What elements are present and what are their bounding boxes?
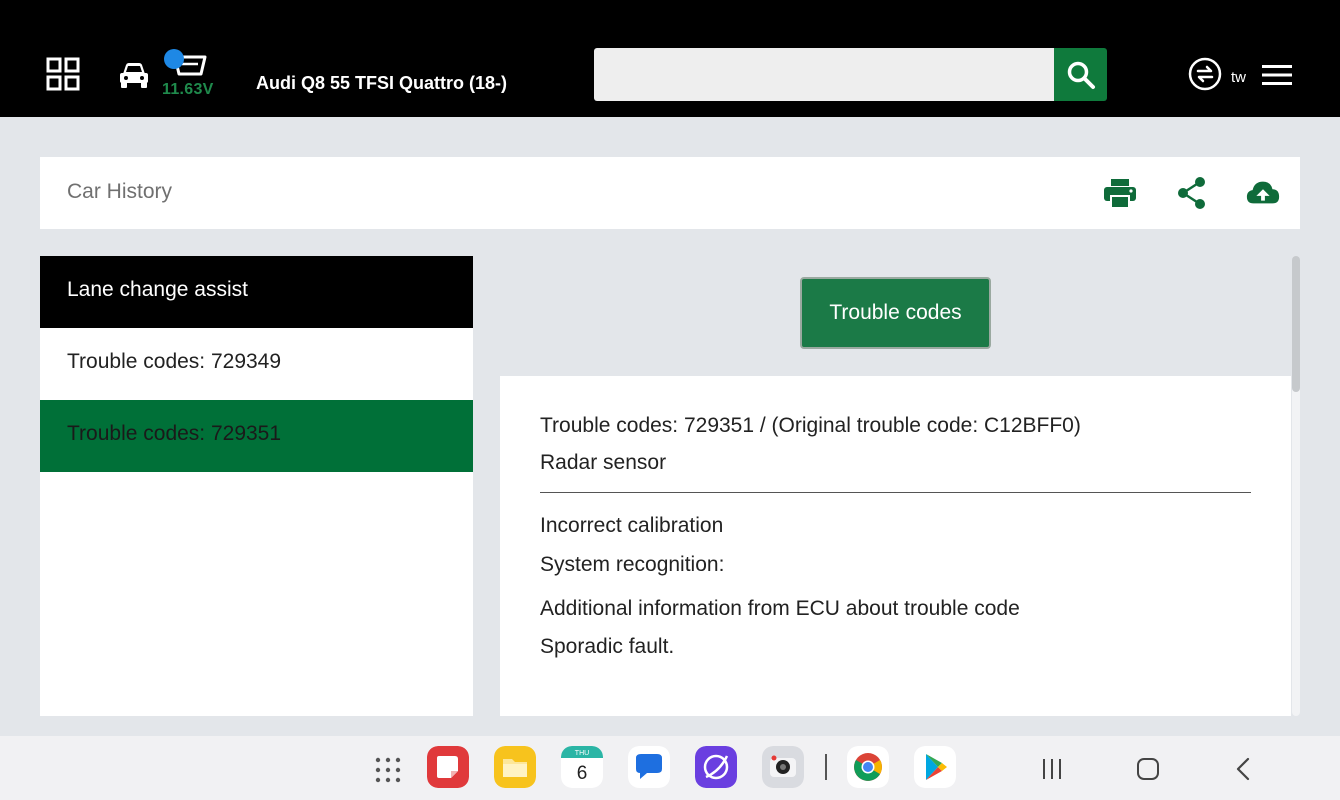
trouble-code-detail-card: Trouble codes: 729351 / (Original troubl… (500, 376, 1291, 716)
trouble-codes-button[interactable]: Trouble codes (800, 277, 991, 349)
trouble-code-line: Trouble codes: 729351 / (Original troubl… (540, 414, 1081, 437)
search-icon (1067, 61, 1095, 89)
notes-app-icon[interactable] (427, 746, 469, 788)
car-icon[interactable] (118, 60, 150, 90)
language-indicator[interactable]: tw (1231, 69, 1246, 86)
search-button[interactable] (1054, 48, 1107, 101)
app-drawer-icon[interactable] (372, 754, 404, 786)
scrollbar[interactable] (1292, 256, 1300, 716)
internet-browser-icon[interactable] (695, 746, 737, 788)
fault-type: Sporadic fault. (540, 635, 675, 658)
fault-description: Incorrect calibration (540, 514, 724, 537)
grid-icon[interactable] (46, 57, 80, 91)
taskbar-divider (825, 754, 827, 780)
car-history-header: Car History (40, 157, 1300, 229)
module-list-panel: Lane change assist Trouble codes: 729349… (40, 256, 473, 716)
print-icon[interactable] (1102, 176, 1138, 210)
vehicle-name: Audi Q8 55 TFSI Quattro (18-) (256, 73, 508, 93)
page-title: Car History (67, 180, 173, 203)
back-icon[interactable] (1229, 755, 1259, 783)
sync-icon[interactable] (1188, 57, 1222, 91)
calendar-day: THU (575, 750, 589, 757)
divider (540, 492, 1251, 493)
calendar-date: 6 (577, 763, 588, 784)
calendar-icon[interactable]: THU 6 (561, 746, 603, 788)
cloud-upload-icon[interactable] (1245, 176, 1281, 210)
play-store-icon[interactable] (914, 746, 956, 788)
list-item-trouble-code[interactable]: Trouble codes: 729349 (40, 328, 473, 400)
my-files-icon[interactable] (494, 746, 536, 788)
top-bar: 11.63V Audi Q8 55 TFSI Quattro (18-) tw (0, 0, 1340, 117)
additional-info-label: Additional information from ECU about tr… (540, 597, 1020, 620)
connection-status-dot (164, 49, 184, 69)
module-header: Lane change assist (40, 256, 473, 328)
android-taskbar: THU 6 (0, 736, 1340, 800)
search-input[interactable] (594, 48, 1054, 101)
recent-apps-icon[interactable] (1037, 755, 1067, 783)
system-recognition-label: System recognition: (540, 553, 725, 576)
list-item-trouble-code-selected[interactable]: Trouble codes: 729351 (40, 400, 473, 472)
scrollbar-thumb[interactable] (1292, 256, 1300, 392)
camera-icon[interactable] (762, 746, 804, 788)
hamburger-menu-icon[interactable] (1262, 64, 1292, 86)
chrome-icon[interactable] (847, 746, 889, 788)
home-icon[interactable] (1133, 755, 1163, 783)
battery-voltage: 11.63V (162, 81, 214, 98)
share-icon[interactable] (1174, 176, 1210, 210)
component-name: Radar sensor (540, 451, 667, 474)
messages-icon[interactable] (628, 746, 670, 788)
